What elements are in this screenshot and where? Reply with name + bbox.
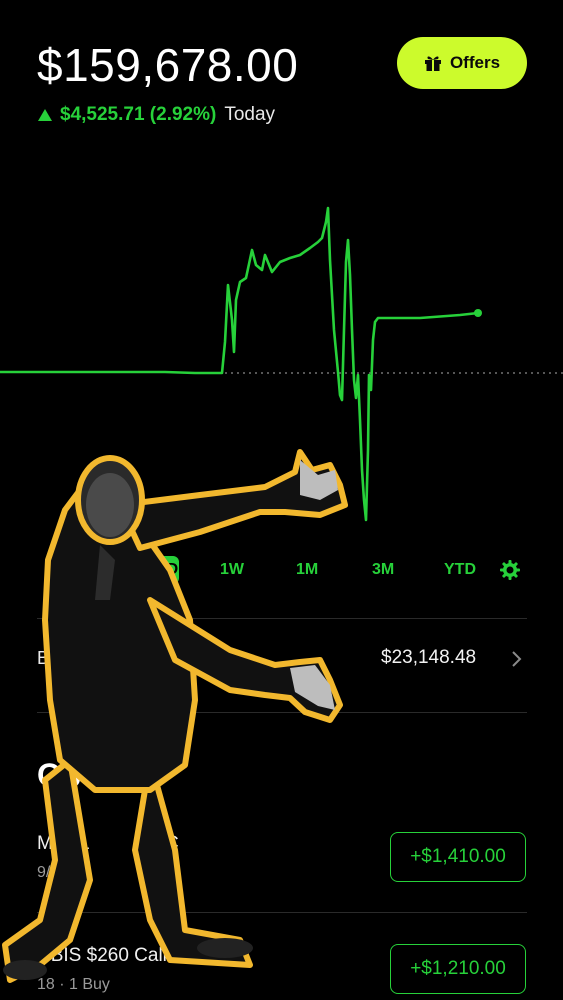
- portfolio-screen: $159,678.00 $4,525.71 (2.92%) Today Offe…: [0, 0, 563, 1000]
- meme-figure-overlay: [2, 449, 348, 983]
